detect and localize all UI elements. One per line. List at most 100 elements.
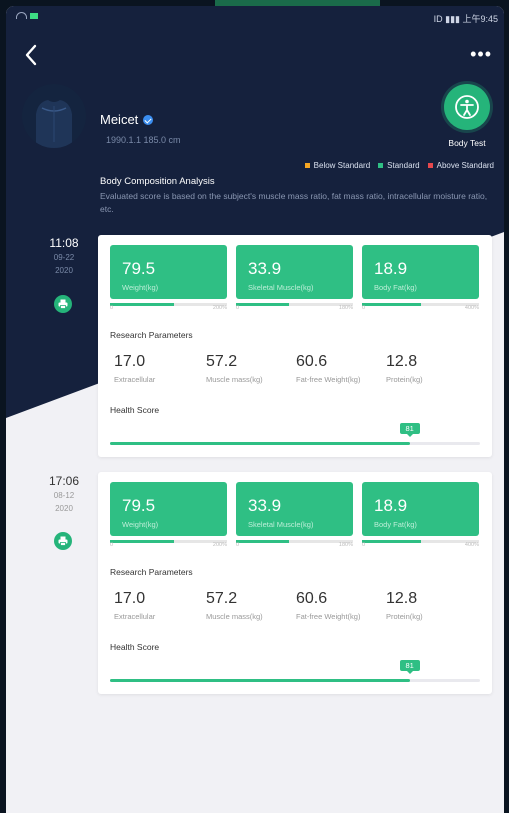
health-score-fill <box>110 679 410 682</box>
print-button[interactable] <box>54 532 72 550</box>
record-card[interactable]: 79.5 Weight(kg) 0 200% 33.9 Skeletal Mus… <box>98 472 492 694</box>
analysis-description: Evaluated score is based on the subject'… <box>100 191 488 214</box>
metric-max: 400% <box>464 305 479 311</box>
chevron-left-icon <box>25 44 37 66</box>
print-button[interactable] <box>54 295 72 313</box>
record-time-1: 11:08 09-22 2020 <box>44 236 84 276</box>
param-label: Fat-free Weight(kg) <box>296 375 361 384</box>
param-label: Protein(kg) <box>386 612 423 621</box>
verified-badge-icon <box>143 114 154 125</box>
health-score-bar <box>110 679 480 682</box>
metric-body-fat: 18.9 Body Fat(kg) <box>362 245 479 299</box>
param-value: 17.0 <box>114 590 146 607</box>
param-value: 57.2 <box>206 353 238 370</box>
param-fat-free-weight: 60.6 Fat-free Weight(kg) <box>296 353 360 384</box>
research-parameters-title: Research Parameters <box>110 330 193 340</box>
metric-max: 200% <box>212 305 227 311</box>
metric-max: 180% <box>338 542 353 548</box>
research-parameters-title: Research Parameters <box>110 567 193 577</box>
metric-weight: 79.5 Weight(kg) <box>110 482 227 536</box>
health-score-value: 81 <box>399 660 420 674</box>
legend: Below Standard Standard Above Standard <box>304 161 494 170</box>
back-button[interactable] <box>24 42 54 72</box>
param-extracellular: 17.0 Extracellular <box>114 590 155 621</box>
health-score-value: 81 <box>399 423 420 437</box>
record-time: 11:08 <box>49 236 79 250</box>
param-fat-free-weight: 60.6 Fat-free Weight(kg) <box>296 590 360 621</box>
profile-name-row: Meicet <box>100 112 154 127</box>
status-clock: ID ▮▮▮ 上午9:45 <box>433 14 498 24</box>
metric-max: 400% <box>464 542 479 548</box>
metric-min: 0 <box>110 542 114 548</box>
legend-standard: Standard <box>378 161 420 170</box>
status-icons <box>16 12 38 19</box>
record-card[interactable]: 79.5 Weight(kg) 0 200% 33.9 Skeletal Mus… <box>98 235 492 457</box>
param-value: 12.8 <box>386 590 418 607</box>
metric-label: Body Fat(kg) <box>374 520 417 529</box>
body-test-label: Body Test <box>448 138 486 148</box>
metric-min: 0 <box>110 305 114 311</box>
metric-bar-fill <box>362 303 421 306</box>
metric-bar: 0 180% <box>236 303 353 311</box>
metric-bar: 0 400% <box>362 540 479 548</box>
param-extracellular: 17.0 Extracellular <box>114 353 155 384</box>
metric-value: 18.9 <box>374 496 408 515</box>
metric-min: 0 <box>362 542 366 548</box>
metric-bar-fill <box>110 303 175 306</box>
param-value: 60.6 <box>296 353 328 370</box>
param-muscle-mass: 57.2 Muscle mass(kg) <box>206 590 263 621</box>
metric-label: Skeletal Muscle(kg) <box>248 520 314 529</box>
health-score-title: Health Score <box>110 405 160 415</box>
metric-value: 33.9 <box>248 259 282 278</box>
metric-max: 180% <box>338 305 353 311</box>
metric-value: 79.5 <box>122 496 156 515</box>
status-bar: ID ▮▮▮ 上午9:45 <box>6 6 504 28</box>
metric-max: 200% <box>212 542 227 548</box>
metric-value: 79.5 <box>122 259 156 278</box>
record-date: 08-12 <box>53 491 75 500</box>
more-button[interactable]: ••• <box>470 44 492 65</box>
param-protein: 12.8 Protein(kg) <box>386 590 423 621</box>
param-label: Fat-free Weight(kg) <box>296 612 361 621</box>
metric-skeletal-muscle: 33.9 Skeletal Muscle(kg) <box>236 245 353 299</box>
record-time: 17:06 <box>48 474 80 488</box>
battery-indicator-icon <box>30 12 38 19</box>
metric-value: 33.9 <box>248 496 282 515</box>
metric-bar: 0 200% <box>110 540 227 548</box>
metric-value: 18.9 <box>374 259 408 278</box>
param-protein: 12.8 Protein(kg) <box>386 353 423 384</box>
param-label: Protein(kg) <box>386 375 423 384</box>
metric-label: Body Fat(kg) <box>374 283 417 292</box>
param-label: Muscle mass(kg) <box>206 612 263 621</box>
metric-bar-fill <box>110 540 175 543</box>
param-value: 60.6 <box>296 590 328 607</box>
metric-bar-fill <box>362 540 421 543</box>
record-date: 09-22 <box>53 253 75 262</box>
metric-bar-fill <box>236 303 289 306</box>
metric-min: 0 <box>362 305 366 311</box>
printer-icon <box>58 299 68 309</box>
metric-label: Skeletal Muscle(kg) <box>248 283 314 292</box>
metric-weight: 79.5 Weight(kg) <box>110 245 227 299</box>
health-score-bar <box>110 442 480 445</box>
app-screen: ID ▮▮▮ 上午9:45 ••• Meicet 1990.1.1 185.0 … <box>6 6 504 813</box>
record-year: 2020 <box>55 266 73 275</box>
metric-body-fat: 18.9 Body Fat(kg) <box>362 482 479 536</box>
profile-name: Meicet <box>100 112 139 127</box>
metric-min: 0 <box>236 305 240 311</box>
printer-icon <box>58 536 68 546</box>
body-silhouette-icon <box>36 100 72 148</box>
device-frame: ID ▮▮▮ 上午9:45 ••• Meicet 1990.1.1 185.0 … <box>0 0 509 813</box>
param-value: 17.0 <box>114 353 146 370</box>
metric-bar-fill <box>236 540 289 543</box>
metric-min: 0 <box>236 542 240 548</box>
metric-bar: 0 400% <box>362 303 479 311</box>
metric-skeletal-muscle: 33.9 Skeletal Muscle(kg) <box>236 482 353 536</box>
param-value: 57.2 <box>206 590 238 607</box>
legend-above: Above Standard <box>427 161 494 170</box>
body-test-button[interactable] <box>444 84 490 130</box>
health-score-fill <box>110 442 410 445</box>
metric-bar: 0 180% <box>236 540 353 548</box>
param-muscle-mass: 57.2 Muscle mass(kg) <box>206 353 263 384</box>
record-year: 2020 <box>55 504 73 513</box>
